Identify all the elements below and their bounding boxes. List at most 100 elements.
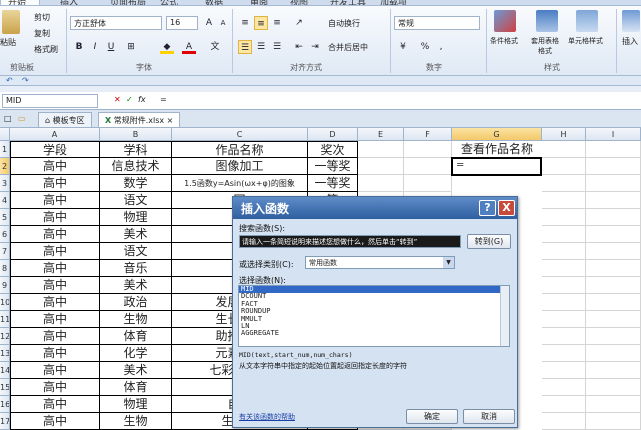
cell-A11[interactable]: 高中: [10, 311, 100, 328]
empty-cell[interactable]: [542, 141, 586, 158]
comma-icon[interactable]: ,: [434, 40, 448, 54]
wrap-text-button[interactable]: 自动换行: [328, 18, 360, 29]
empty-cell[interactable]: [542, 243, 586, 260]
empty-cell[interactable]: [542, 209, 586, 226]
row-header[interactable]: 12: [0, 328, 10, 345]
paste-icon[interactable]: [2, 10, 20, 34]
cell-B7[interactable]: 语文: [100, 243, 172, 260]
row-header[interactable]: 9: [0, 277, 10, 294]
empty-cell[interactable]: [542, 226, 586, 243]
list-item[interactable]: MID: [239, 286, 509, 294]
column-header[interactable]: H: [542, 128, 586, 141]
list-item[interactable]: LN: [239, 322, 509, 330]
cell-B14[interactable]: 美术: [100, 362, 172, 379]
ribbon-tab[interactable]: 开始: [8, 0, 26, 5]
empty-cell[interactable]: [586, 277, 641, 294]
cell-styles-button[interactable]: 单元格样式: [568, 36, 603, 46]
list-item[interactable]: AGGREGATE: [239, 329, 509, 337]
table-format-button[interactable]: 套用表格格式: [530, 36, 560, 56]
merge-center-button[interactable]: 合并后居中: [328, 42, 368, 53]
cell-D3[interactable]: 一等奖: [308, 175, 358, 192]
row-header[interactable]: 8: [0, 260, 10, 277]
align-right-icon[interactable]: ☰: [270, 40, 284, 54]
column-header[interactable]: I: [586, 128, 641, 141]
empty-cell[interactable]: [542, 158, 586, 175]
close-tab-icon[interactable]: ×: [167, 116, 174, 125]
increase-indent-icon[interactable]: ⇥: [308, 40, 322, 54]
cell-A3[interactable]: 高中: [10, 175, 100, 192]
ribbon-tab[interactable]: 页面布局: [110, 0, 146, 5]
cell-C1[interactable]: 作品名称: [172, 141, 308, 158]
empty-cell[interactable]: [404, 158, 452, 175]
underline-button[interactable]: U: [104, 40, 118, 54]
cell-A7[interactable]: 高中: [10, 243, 100, 260]
font-name-combo[interactable]: 方正舒体: [70, 16, 162, 30]
empty-cell[interactable]: [542, 345, 586, 362]
empty-cell[interactable]: [542, 277, 586, 294]
bold-button[interactable]: B: [72, 40, 86, 54]
close-button[interactable]: X: [498, 200, 515, 216]
new-doc-icon[interactable]: □: [4, 114, 12, 123]
conditional-format-button[interactable]: 条件格式: [490, 36, 518, 46]
list-item[interactable]: ROUNDUP: [239, 307, 509, 315]
empty-cell[interactable]: [358, 158, 404, 175]
empty-cell[interactable]: [586, 294, 641, 311]
empty-cell[interactable]: [542, 379, 586, 396]
go-button[interactable]: 转到(G): [467, 234, 511, 249]
cell-A6[interactable]: 高中: [10, 226, 100, 243]
cell-B15[interactable]: 体育: [100, 379, 172, 396]
orientation-icon[interactable]: ↗: [292, 16, 306, 30]
empty-cell[interactable]: [542, 294, 586, 311]
cell-G1[interactable]: 查看作品名称: [452, 141, 542, 158]
empty-cell[interactable]: [586, 141, 641, 158]
align-top-icon[interactable]: ≡: [238, 16, 252, 30]
cell-B1[interactable]: 学科: [100, 141, 172, 158]
cell-B5[interactable]: 物理: [100, 209, 172, 226]
search-input[interactable]: 请输入一条简短说明来描述您想做什么，然后单击“转到”: [239, 235, 461, 248]
percent-icon[interactable]: %: [418, 40, 432, 54]
column-header[interactable]: C: [172, 128, 308, 141]
empty-cell[interactable]: [404, 141, 452, 158]
cell-B13[interactable]: 化学: [100, 345, 172, 362]
cell-G2[interactable]: =: [451, 157, 542, 176]
align-middle-icon[interactable]: ≡: [254, 16, 268, 30]
align-left-icon[interactable]: ☰: [238, 40, 252, 54]
table-format-icon[interactable]: [536, 10, 558, 32]
row-header[interactable]: 15: [0, 379, 10, 396]
cancel-button[interactable]: 取消: [463, 409, 515, 424]
cell-styles-icon[interactable]: [576, 10, 598, 32]
function-list[interactable]: MID DCOUNT FACT ROUNDUP MMULT LN AGGREGA…: [238, 285, 510, 347]
empty-cell[interactable]: [586, 328, 641, 345]
empty-cell[interactable]: [542, 192, 586, 209]
chevron-down-icon[interactable]: ▼: [443, 257, 454, 268]
column-header[interactable]: A: [10, 128, 100, 141]
empty-cell[interactable]: [586, 175, 641, 192]
redo-icon[interactable]: ↷: [22, 76, 29, 85]
tab-workbook[interactable]: X 常规附件.xlsx ×: [98, 112, 181, 127]
decrease-indent-icon[interactable]: ⇤: [292, 40, 306, 54]
empty-cell[interactable]: [542, 328, 586, 345]
folder-icon[interactable]: ▭: [18, 114, 26, 123]
cell-A8[interactable]: 高中: [10, 260, 100, 277]
ribbon-tab[interactable]: 开发工具: [330, 0, 366, 5]
empty-cell[interactable]: [586, 413, 641, 430]
row-header[interactable]: 2: [0, 158, 10, 175]
empty-cell[interactable]: [542, 396, 586, 413]
row-header[interactable]: 17: [0, 413, 10, 430]
align-bottom-icon[interactable]: ≡: [270, 16, 284, 30]
name-box[interactable]: MID: [2, 94, 98, 108]
empty-cell[interactable]: [542, 260, 586, 277]
ok-button[interactable]: 确定: [406, 409, 458, 424]
grow-font-icon[interactable]: A: [202, 16, 216, 30]
empty-cell[interactable]: [586, 396, 641, 413]
font-size-combo[interactable]: 16: [166, 16, 198, 30]
cell-D2[interactable]: 一等奖: [308, 158, 358, 175]
column-header[interactable]: B: [100, 128, 172, 141]
currency-icon[interactable]: ¥: [396, 40, 410, 54]
cell-B16[interactable]: 物理: [100, 396, 172, 413]
cell-A1[interactable]: 学段: [10, 141, 100, 158]
cell-B10[interactable]: 政治: [100, 294, 172, 311]
number-format-combo[interactable]: 常规: [394, 16, 480, 30]
formula-content[interactable]: =: [160, 95, 167, 104]
font-color-icon[interactable]: A: [182, 40, 196, 54]
